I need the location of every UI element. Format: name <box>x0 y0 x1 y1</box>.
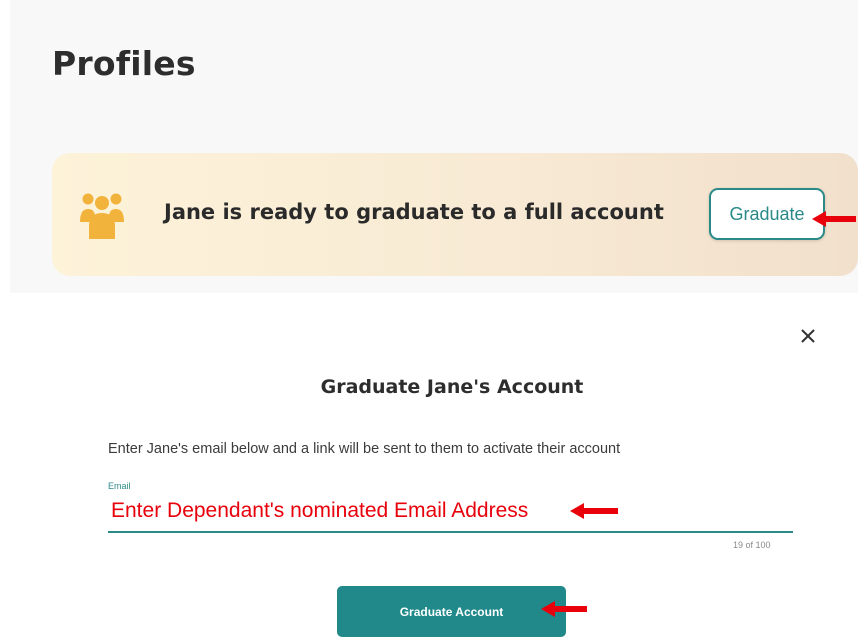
graduate-button[interactable]: Graduate <box>709 188 825 240</box>
email-label: Email <box>108 481 131 491</box>
email-input[interactable] <box>111 496 711 526</box>
group-people-icon <box>80 193 124 239</box>
graduate-account-button[interactable]: Graduate Account <box>337 586 566 637</box>
modal-instructions: Enter Jane's email below and a link will… <box>108 441 621 457</box>
graduate-banner: Jane is ready to graduate to a full acco… <box>52 153 858 276</box>
close-icon <box>801 329 815 343</box>
graduate-message: Jane is ready to graduate to a full acco… <box>164 200 664 224</box>
close-button[interactable] <box>794 322 822 350</box>
left-arrow-icon <box>541 601 587 617</box>
page-title: Profiles <box>52 44 196 83</box>
character-counter: 19 of 100 <box>733 540 771 550</box>
profiles-panel: Profiles Jane is ready to graduate to a … <box>10 0 858 293</box>
modal-title: Graduate Jane's Account <box>320 376 584 398</box>
left-arrow-icon <box>570 503 618 519</box>
email-field: Email <box>108 481 793 533</box>
left-arrow-icon <box>812 211 856 227</box>
